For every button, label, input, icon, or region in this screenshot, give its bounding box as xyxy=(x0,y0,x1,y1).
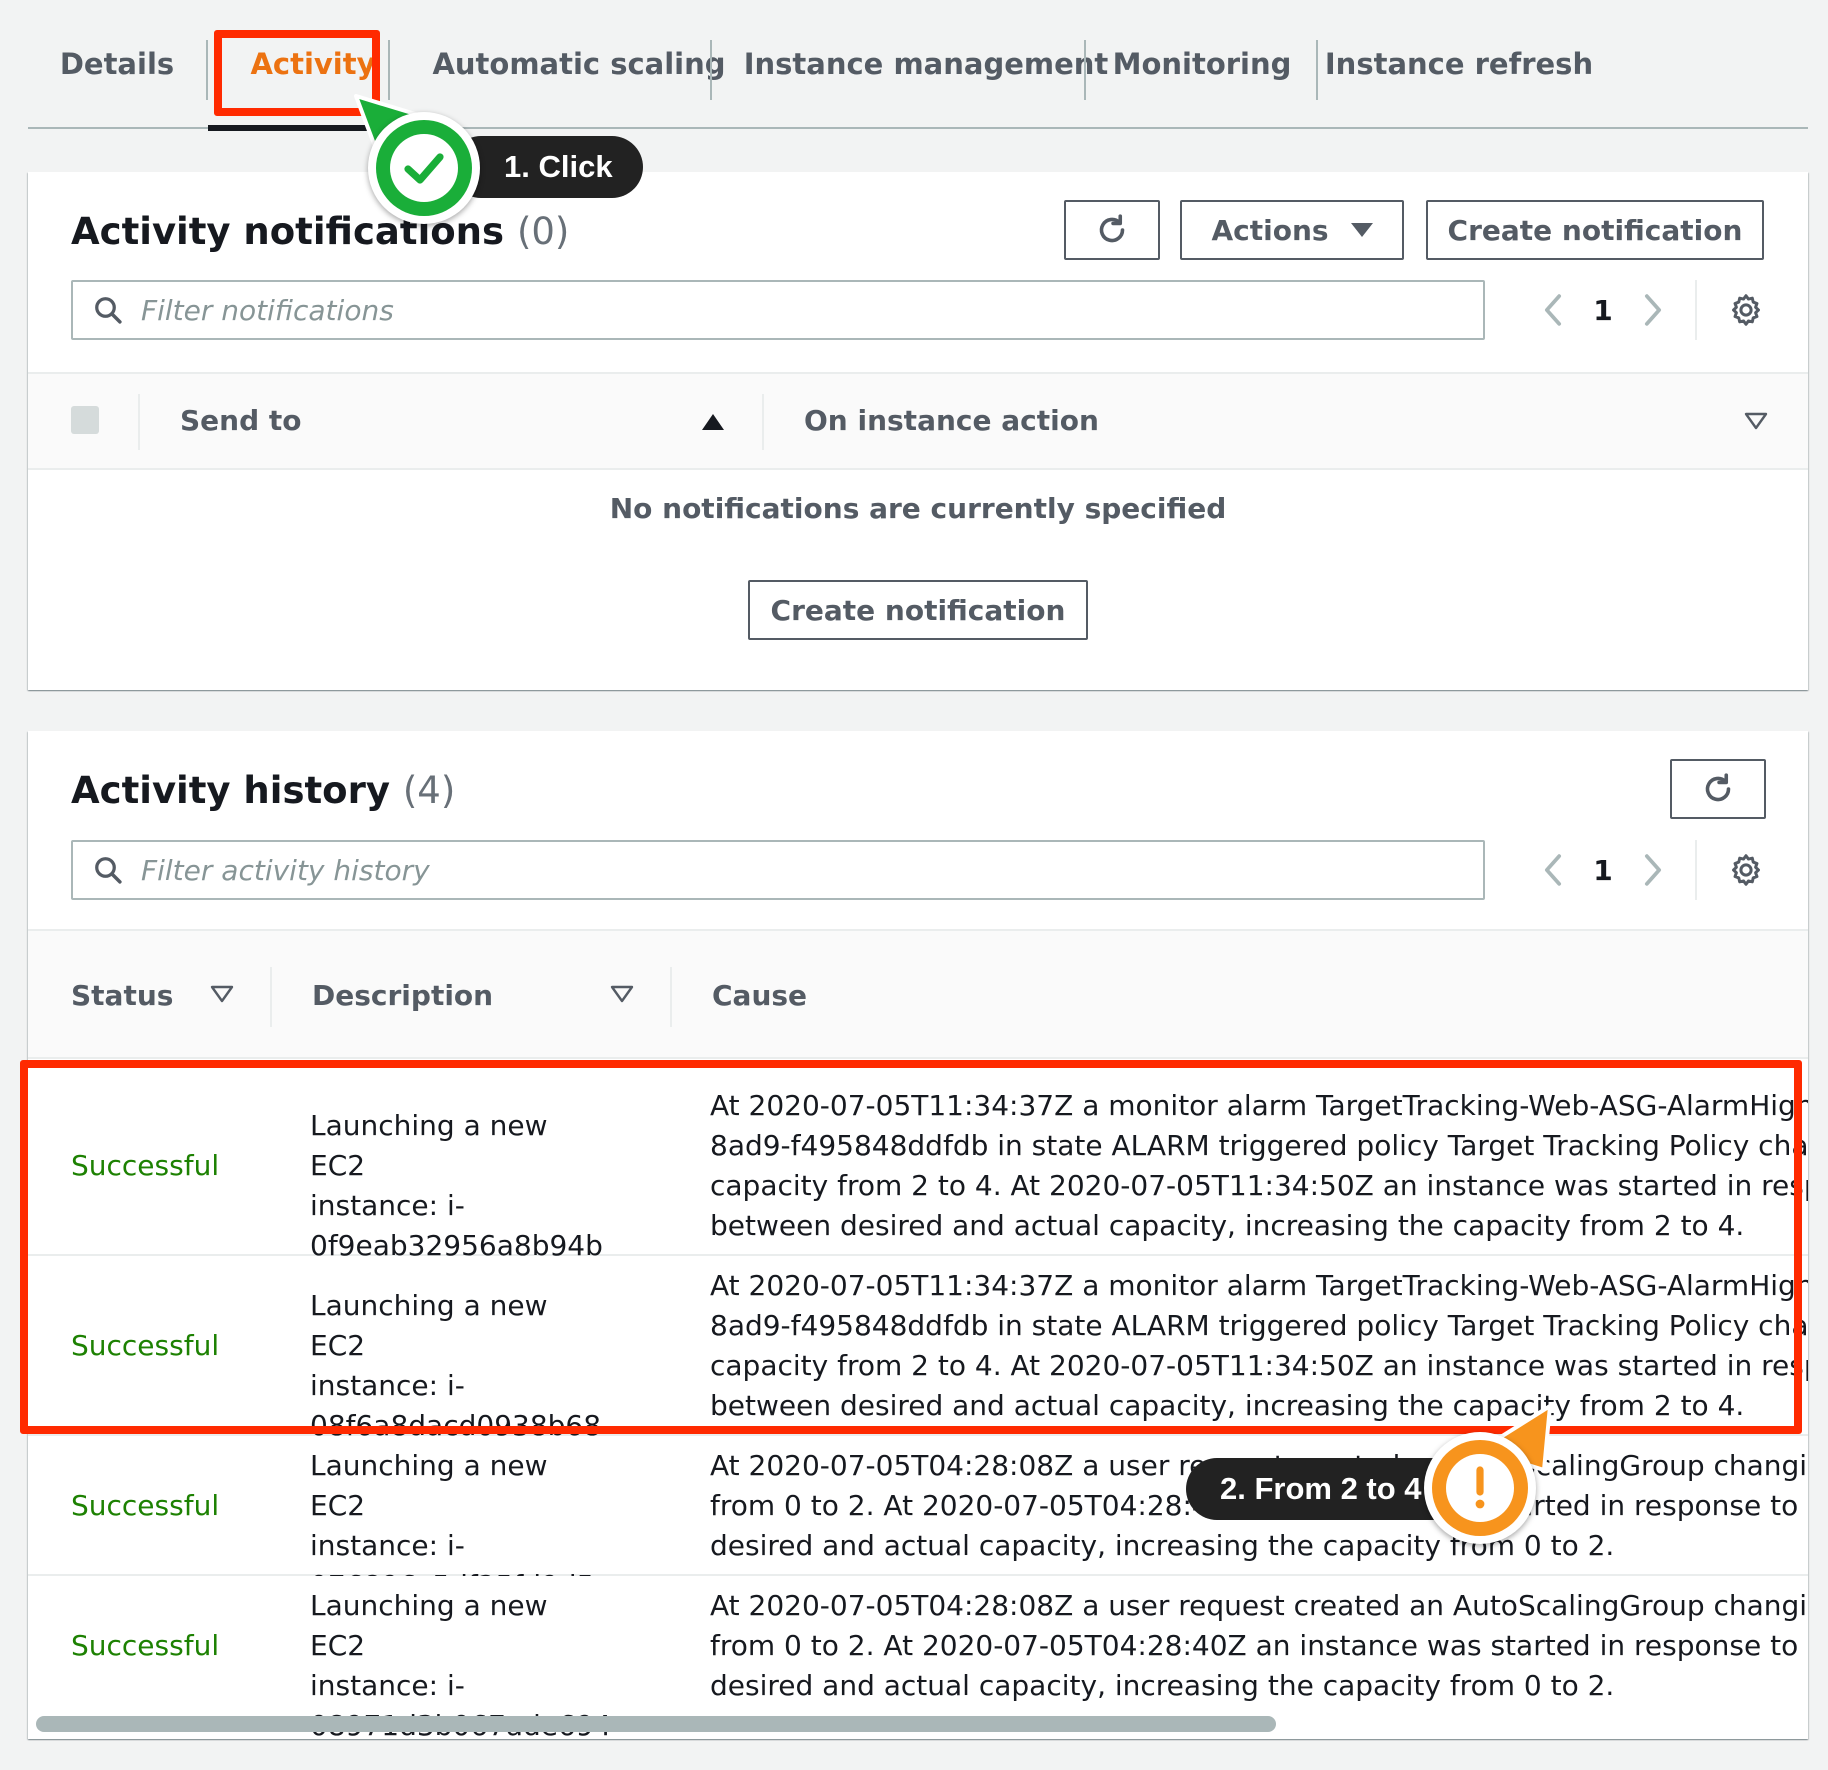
step-2-label: 2. From 2 to 4 xyxy=(1220,1471,1422,1506)
column-on-instance-action[interactable]: On instance action xyxy=(804,404,1099,437)
status-text: Successful xyxy=(71,1489,220,1522)
pagination: 1 xyxy=(1528,845,1678,895)
notifications-count: (0) xyxy=(516,210,570,253)
highlight-history-rows xyxy=(20,1060,1802,1434)
filter-notifications-input[interactable] xyxy=(139,292,1439,328)
column-status[interactable]: Status xyxy=(71,979,173,1012)
history-table-header: Status Description Cause xyxy=(28,929,1808,1059)
tab-details[interactable]: Details xyxy=(28,0,206,127)
column-divider xyxy=(762,394,764,450)
column-divider xyxy=(270,967,272,1027)
tab-divider xyxy=(388,40,390,100)
column-divider xyxy=(138,394,140,450)
panel-title: Activity notifications (0) xyxy=(71,210,569,253)
page-number[interactable]: 1 xyxy=(1578,294,1628,327)
refresh-icon xyxy=(1705,773,1731,802)
status-text: Successful xyxy=(71,1629,220,1662)
tab-instance-refresh[interactable]: Instance refresh xyxy=(1318,0,1600,127)
create-notification-label: Create notification xyxy=(770,593,1066,627)
cause-line: desired and actual capacity, increasing … xyxy=(710,1529,1615,1562)
preferences-button[interactable] xyxy=(1721,845,1771,895)
sort-icon[interactable] xyxy=(1744,412,1768,430)
actions-button[interactable]: Actions xyxy=(1180,200,1404,260)
step-1-label: 1. Click xyxy=(504,149,613,184)
search-icon xyxy=(95,297,122,324)
create-notification-label: Create notification xyxy=(1447,213,1743,247)
refresh-icon xyxy=(1099,214,1125,243)
refresh-button[interactable] xyxy=(1064,200,1160,260)
select-all-checkbox[interactable] xyxy=(71,406,99,434)
description-line: instance: i- xyxy=(310,1529,465,1562)
empty-state-message: No notifications are currently specified xyxy=(609,492,1227,525)
warning-badge xyxy=(1424,1432,1536,1544)
filter-activity-history-input[interactable] xyxy=(139,852,1439,888)
previous-page-button[interactable] xyxy=(1528,845,1578,895)
tab-monitoring[interactable]: Monitoring xyxy=(1086,0,1318,127)
next-page-button[interactable] xyxy=(1628,845,1678,895)
pager-divider xyxy=(1695,280,1697,340)
filter-notifications xyxy=(71,280,1485,340)
column-cause[interactable]: Cause xyxy=(712,979,807,1012)
chevron-left-icon xyxy=(1544,854,1562,886)
description-line: Launching a new EC2 xyxy=(310,1449,548,1522)
filter-activity-history xyxy=(71,840,1485,900)
notifications-table-header: Send to On instance action xyxy=(28,372,1808,470)
chevron-right-icon xyxy=(1644,294,1662,326)
column-divider xyxy=(670,967,672,1027)
warning-inner xyxy=(1446,1454,1514,1522)
filter-status-icon[interactable] xyxy=(210,985,234,1003)
page-number[interactable]: 1 xyxy=(1578,854,1628,887)
refresh-button[interactable] xyxy=(1670,759,1766,819)
column-description[interactable]: Description xyxy=(312,979,493,1012)
checkmark-circle xyxy=(376,120,472,216)
caret-down-icon xyxy=(1350,223,1373,237)
checkmark-badge xyxy=(368,112,480,224)
description-line: instance: i- xyxy=(310,1669,465,1702)
create-notification-button[interactable]: Create notification xyxy=(1426,200,1764,260)
tab-automatic-scaling[interactable]: Automatic scaling xyxy=(420,0,738,127)
column-send-to[interactable]: Send to xyxy=(180,404,302,437)
sort-ascending-icon[interactable] xyxy=(702,414,724,430)
pagination: 1 xyxy=(1528,285,1678,335)
table-row[interactable]: Successful Launching a new EC2 instance:… xyxy=(28,1576,1808,1742)
activity-notifications-panel: Activity notifications (0) Actions Creat… xyxy=(28,172,1808,690)
checkmark-inner xyxy=(390,134,458,202)
cause-text: At 2020-07-05T04:28:08Z a user request c… xyxy=(710,1586,1808,1706)
warning-circle xyxy=(1432,1440,1528,1536)
chevron-left-icon xyxy=(1544,294,1562,326)
preferences-button[interactable] xyxy=(1721,285,1771,335)
chevron-right-icon xyxy=(1644,854,1662,886)
empty-state-create-notification-button[interactable]: Create notification xyxy=(748,580,1088,640)
history-title: Activity history xyxy=(71,769,390,812)
pager-divider xyxy=(1695,840,1697,900)
previous-page-button[interactable] xyxy=(1528,285,1578,335)
gear-icon xyxy=(1732,294,1760,326)
cause-line: desired and actual capacity, increasing … xyxy=(710,1669,1615,1702)
checkmark-icon xyxy=(404,153,444,184)
panel-title: Activity history (4) xyxy=(71,769,455,812)
tab-divider xyxy=(710,40,712,100)
next-page-button[interactable] xyxy=(1628,285,1678,335)
cause-line: from 0 to 2. At 2020-07-05T04:28:40Z an … xyxy=(710,1629,1808,1662)
history-count: (4) xyxy=(402,769,456,812)
gear-icon xyxy=(1732,854,1760,886)
horizontal-scrollbar[interactable] xyxy=(36,1714,1800,1734)
exclamation-icon xyxy=(1475,1466,1485,1509)
scrollbar-thumb[interactable] xyxy=(36,1716,1276,1732)
tab-instance-management[interactable]: Instance management xyxy=(740,0,1112,127)
cause-line: At 2020-07-05T04:28:08Z a user request c… xyxy=(710,1589,1808,1622)
filter-description-icon[interactable] xyxy=(610,985,634,1003)
description-line: Launching a new EC2 xyxy=(310,1589,548,1662)
actions-label: Actions xyxy=(1211,213,1329,247)
search-icon xyxy=(95,857,122,884)
